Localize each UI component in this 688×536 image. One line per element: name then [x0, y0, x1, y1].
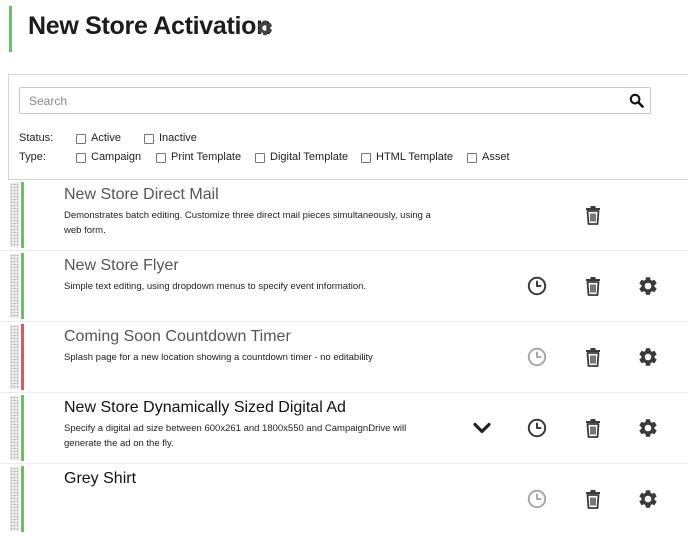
drag-handle-icon[interactable] — [10, 325, 19, 389]
item-description: Simple text editing, using dropdown menu… — [64, 281, 367, 292]
filter-active-checkbox[interactable] — [76, 134, 86, 144]
page-header: New Store Activation — [9, 6, 309, 52]
status-indicator — [21, 324, 24, 390]
status-indicator — [21, 182, 24, 248]
clock-icon[interactable] — [526, 275, 548, 297]
filter-inactive-checkbox[interactable] — [144, 134, 154, 144]
trash-icon[interactable] — [582, 204, 604, 226]
campaign-list: New Store Direct Mail Demonstrates batch… — [0, 180, 688, 536]
filter-print-template-label[interactable]: Print Template — [171, 151, 241, 163]
list-item[interactable]: Coming Soon Countdown Timer Splash page … — [0, 322, 688, 393]
gear-icon[interactable] — [637, 417, 659, 439]
page-title: New Store Activation — [28, 12, 272, 40]
type-filter-label: Type: — [19, 151, 46, 163]
trash-icon[interactable] — [582, 346, 604, 368]
list-item[interactable]: New Store Flyer Simple text editing, usi… — [0, 251, 688, 322]
filter-asset-label[interactable]: Asset — [482, 151, 510, 163]
item-title[interactable]: Coming Soon Countdown Timer — [64, 328, 291, 346]
item-description: Splash page for a new location showing a… — [64, 352, 373, 363]
item-description: Specify a digital ad size between 600x26… — [64, 423, 407, 449]
filter-print-template-checkbox[interactable] — [156, 153, 166, 163]
filter-inactive-label[interactable]: Inactive — [159, 132, 197, 144]
filter-active-label[interactable]: Active — [91, 132, 121, 144]
search-box — [19, 87, 651, 114]
gear-icon[interactable] — [256, 19, 274, 37]
gear-icon[interactable] — [637, 275, 659, 297]
item-title[interactable]: New Store Flyer — [64, 257, 179, 275]
filter-digital-template-label[interactable]: Digital Template — [270, 151, 348, 163]
status-indicator — [21, 253, 24, 319]
trash-icon[interactable] — [582, 417, 604, 439]
chevron-down-icon[interactable] — [471, 417, 493, 439]
filter-html-template-checkbox[interactable] — [361, 153, 371, 163]
drag-handle-icon[interactable] — [10, 254, 19, 318]
filter-campaign-checkbox[interactable] — [76, 153, 86, 163]
status-indicator — [21, 395, 24, 461]
trash-icon[interactable] — [582, 488, 604, 510]
search-icon[interactable] — [629, 93, 644, 108]
list-item[interactable]: New Store Dynamically Sized Digital Ad S… — [0, 393, 688, 464]
item-title[interactable]: Grey Shirt — [64, 470, 136, 488]
drag-handle-icon[interactable] — [10, 467, 19, 531]
status-indicator — [21, 466, 24, 532]
filter-html-template-label[interactable]: HTML Template — [376, 151, 453, 163]
drag-handle-icon[interactable] — [10, 396, 19, 460]
trash-icon[interactable] — [582, 275, 604, 297]
gear-icon[interactable] — [637, 346, 659, 368]
search-input[interactable] — [20, 88, 620, 113]
item-description: Demonstrates batch editing. Customize th… — [64, 210, 431, 236]
clock-icon[interactable] — [526, 346, 548, 368]
drag-handle-icon[interactable] — [10, 183, 19, 247]
clock-icon[interactable] — [526, 417, 548, 439]
filter-panel: Status: Active Inactive Type: Campaign P… — [8, 74, 688, 180]
status-filter-label: Status: — [19, 132, 54, 144]
list-item[interactable]: New Store Direct Mail Demonstrates batch… — [0, 180, 688, 251]
item-title[interactable]: New Store Dynamically Sized Digital Ad — [64, 399, 346, 417]
filter-campaign-label[interactable]: Campaign — [91, 151, 141, 163]
gear-icon[interactable] — [637, 488, 659, 510]
filter-digital-template-checkbox[interactable] — [255, 153, 265, 163]
filter-asset-checkbox[interactable] — [467, 153, 477, 163]
list-item[interactable]: Grey Shirt — [0, 464, 688, 535]
item-title[interactable]: New Store Direct Mail — [64, 186, 219, 204]
clock-icon[interactable] — [526, 488, 548, 510]
